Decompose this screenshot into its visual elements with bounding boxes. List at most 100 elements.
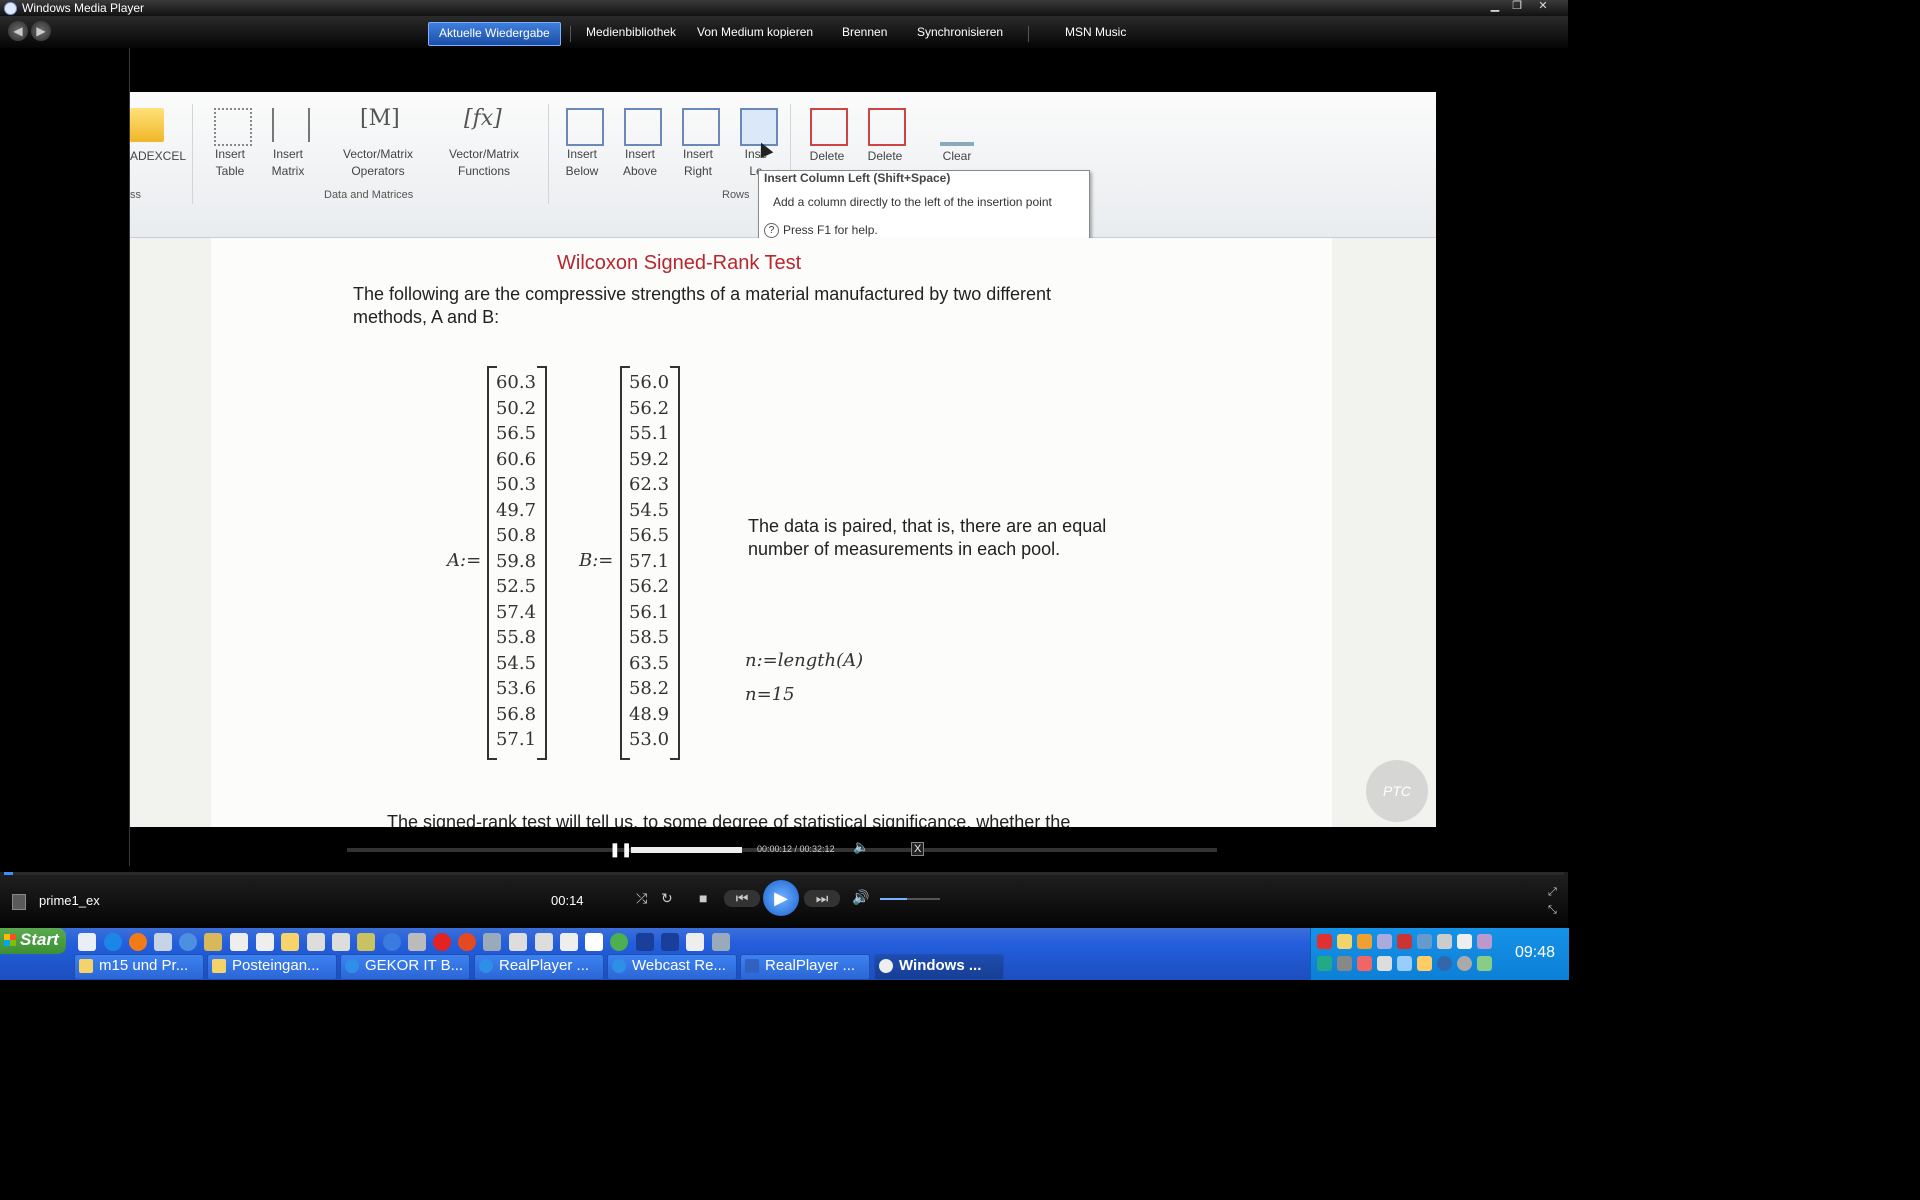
clear-button[interactable]: Clear [930,148,984,165]
app-icon[interactable] [256,933,274,951]
app-icon[interactable] [408,933,426,951]
app-icon[interactable] [560,933,578,951]
repeat-icon[interactable]: ↻ [661,890,673,907]
tray-icon[interactable] [1357,934,1372,949]
video-display[interactable]: ADEXCEL ss Insert Table Insert Matrix [M] … [130,92,1436,827]
close-overlay-icon[interactable]: X [911,842,925,856]
addexcel-label[interactable]: ADEXCEL [130,148,186,165]
app-icon[interactable] [686,933,704,951]
tab-library[interactable]: Medienbibliothek [576,22,686,44]
matrix-cell: 56.8 [495,703,537,725]
insert-matrix-button[interactable]: Insert Matrix [260,146,316,180]
app-icon[interactable] [307,933,325,951]
taskbar-button[interactable]: RealPlayer ... [474,954,604,980]
matrix-cell: 56.2 [628,397,670,419]
app-icon[interactable] [636,933,654,951]
taskbar-button-active[interactable]: Windows ... [874,954,1004,980]
vector-matrix-functions-button[interactable]: Vector/Matrix Functions [436,146,532,180]
back-button[interactable]: ◀ [8,21,28,41]
app-icon[interactable] [154,933,172,951]
playback-progress-track[interactable] [4,872,1564,875]
taskbar-button[interactable]: Webcast Re... [607,954,737,980]
start-button[interactable]: Start [0,928,66,954]
compact-mode-icon[interactable]: ⤡ [1548,904,1557,917]
taskbar-button[interactable]: Posteingan... [207,954,337,980]
insert-table-button[interactable]: Insert Table [202,146,258,180]
delete-button[interactable]: Delete [858,148,912,165]
app-icon[interactable] [458,933,476,951]
app-icon[interactable] [230,933,248,951]
shuffle-icon[interactable]: ⤮ [636,890,647,907]
next-icon[interactable]: ⏭ [804,890,840,907]
media-player-icon [879,959,893,973]
insert-below-icon [566,108,604,146]
speaker-icon[interactable]: 🔈 [853,839,869,855]
play-icon[interactable]: ▶ [763,880,799,916]
volume-icon[interactable]: 🔊 [852,889,869,906]
insert-right-button[interactable]: Insert Right [672,146,724,180]
app-icon[interactable] [483,933,501,951]
fullscreen-icon[interactable]: ⤢ [1548,886,1557,899]
app-icon[interactable] [712,933,730,951]
ie-icon [479,959,493,973]
app-icon[interactable] [535,933,553,951]
minimize-button[interactable]: ▁ [1486,0,1504,14]
show-desktop-icon[interactable] [78,933,96,951]
forward-button[interactable]: ▶ [31,21,51,41]
tray-icon[interactable] [1437,956,1452,971]
tab-rip[interactable]: Von Medium kopieren [687,22,823,44]
overlay-seek-bar[interactable]: ❚❚ 00:00:12 / 00:32:12 🔈 X [347,839,1217,857]
tray-icon[interactable] [1457,956,1472,971]
tray-icon[interactable] [1417,956,1432,971]
taskbar-button[interactable]: RealPlayer ... [740,954,870,980]
close-button[interactable]: ✕ [1534,0,1552,14]
insert-right-icon [682,108,720,146]
folder-icon[interactable] [281,933,299,951]
record-icon[interactable] [433,933,451,951]
tray-icon[interactable] [1397,956,1412,971]
app-icon[interactable] [204,933,222,951]
app-icon[interactable] [509,933,527,951]
internet-explorer-icon[interactable] [104,933,122,951]
tray-icon[interactable] [1317,956,1332,971]
stop-icon[interactable]: ■ [699,890,707,906]
volume-slider[interactable] [880,898,940,900]
start-label: Start [20,930,59,949]
tray-icon[interactable] [1377,934,1392,949]
media-icon[interactable] [179,933,197,951]
app-icon[interactable] [332,933,350,951]
tray-icon[interactable] [1377,956,1392,971]
tray-icon[interactable] [1417,934,1432,949]
tab-msn-music[interactable]: MSN Music [1055,22,1136,44]
app-icon[interactable] [357,933,375,951]
tray-icon[interactable] [1317,934,1332,949]
tray-icon[interactable] [1477,934,1492,949]
taskbar-button[interactable]: GEKOR IT B... [340,954,470,980]
tray-icon[interactable] [1357,956,1372,971]
matrix-cell: 56.0 [628,372,670,393]
app-icon[interactable] [585,933,603,951]
previous-icon[interactable]: ⏮ [724,890,760,907]
taskbar-button[interactable]: m15 und Pr... [74,954,204,980]
media-name: prime1_ex [39,893,100,908]
tray-icon[interactable] [1477,956,1492,971]
media-info-icon[interactable] [12,894,26,910]
vector-matrix-operators-button[interactable]: Vector/Matrix Operators [330,146,426,180]
tray-icon[interactable] [1457,934,1472,949]
restore-button[interactable]: ❐ [1508,0,1526,14]
firefox-icon[interactable] [129,933,147,951]
chrome-icon[interactable] [610,933,628,951]
tab-sync[interactable]: Synchronisieren [907,22,1013,44]
pause-icon[interactable]: ❚❚ [609,841,632,858]
insert-above-button[interactable]: Insert Above [614,146,666,180]
tray-icon[interactable] [1397,934,1412,949]
tab-burn[interactable]: Brennen [832,22,897,44]
delete-button[interactable]: Delete [800,148,854,165]
app-icon[interactable] [661,933,679,951]
tab-now-playing[interactable]: Aktuelle Wiedergabe [428,22,561,46]
tray-icon[interactable] [1337,934,1352,949]
insert-below-button[interactable]: Insert Below [556,146,608,180]
app-icon[interactable] [383,933,401,951]
tray-icon[interactable] [1437,934,1452,949]
tray-icon[interactable] [1337,956,1352,971]
